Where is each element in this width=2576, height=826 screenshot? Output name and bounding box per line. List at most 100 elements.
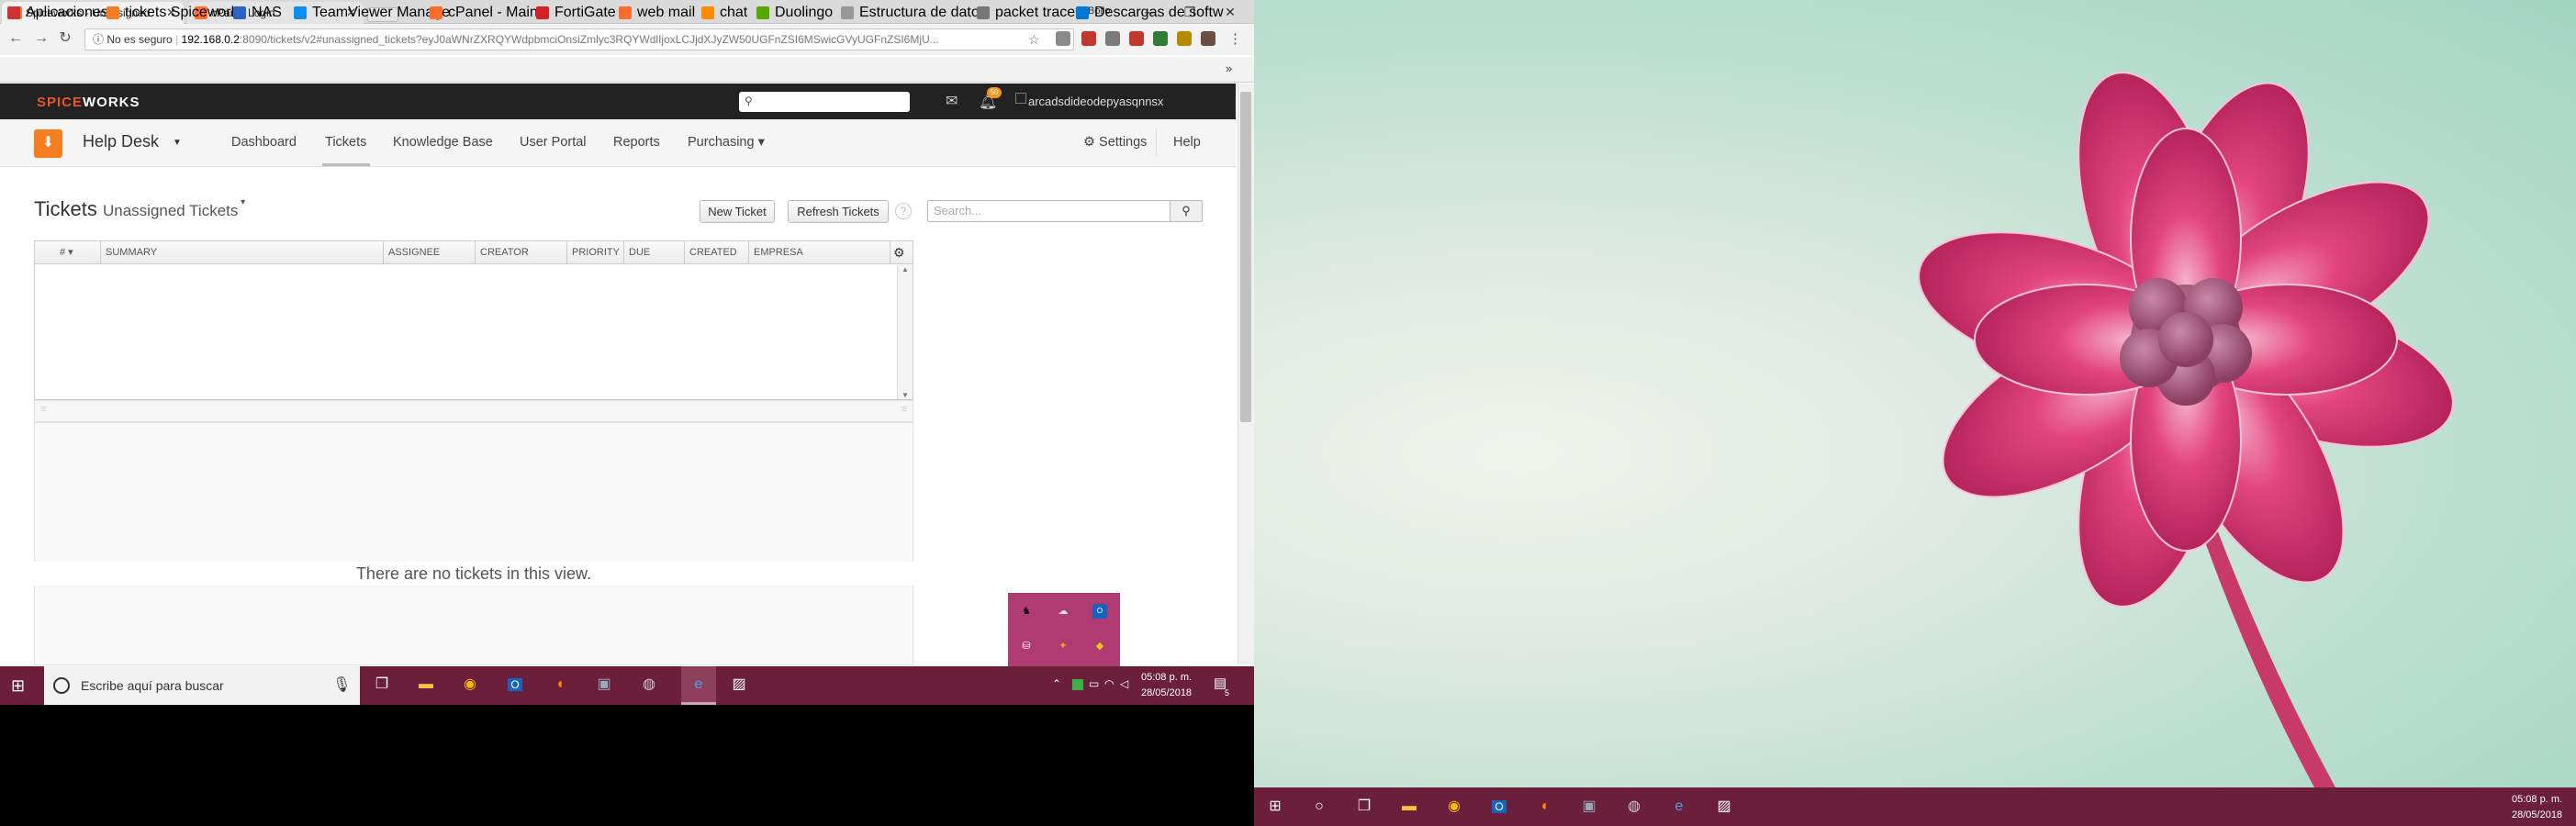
- bookmark-aplicaciones[interactable]: Aplicaciones: [7, 6, 108, 20]
- drag-handle-icon[interactable]: ≡: [902, 404, 907, 415]
- address-bar[interactable]: ⓘ No es seguro | 192.168.0.2:8090/ticket…: [84, 28, 1074, 50]
- task-view-icon[interactable]: ❐: [1352, 795, 1376, 819]
- more-bookmarks[interactable]: »: [1226, 61, 1232, 75]
- extension-icon[interactable]: [1081, 31, 1096, 46]
- scroll-down-icon[interactable]: ▼: [902, 391, 909, 399]
- taskbar-search-placeholder[interactable]: Escribe aquí para buscar: [81, 678, 224, 693]
- network-drive-icon[interactable]: ⛁: [1019, 639, 1034, 653]
- bookmark-item[interactable]: FortiGate: [536, 6, 616, 20]
- bookmark-item[interactable]: chat: [701, 6, 747, 20]
- tray-app-icon[interactable]: ♞: [1019, 604, 1034, 619]
- tool-icon[interactable]: ✦: [1056, 639, 1070, 653]
- gear-icon[interactable]: ⚙: [893, 245, 905, 261]
- extension-icon[interactable]: [1129, 31, 1144, 46]
- power-icon[interactable]: ▭: [1089, 677, 1099, 690]
- nav-knowledge-base[interactable]: Knowledge Base: [393, 135, 493, 150]
- extension-icon[interactable]: [1056, 31, 1070, 46]
- broken-avatar-icon[interactable]: [1015, 93, 1026, 104]
- windows-start-icon[interactable]: ⊞: [1263, 795, 1287, 819]
- nav-tickets[interactable]: Tickets: [325, 135, 366, 150]
- chrome-icon[interactable]: ◉: [1442, 795, 1466, 819]
- app-icon[interactable]: ◍: [637, 673, 661, 697]
- ticket-search-input[interactable]: Search...: [927, 200, 1170, 222]
- page-scroll-thumb[interactable]: [1240, 92, 1251, 422]
- extension-icon[interactable]: [1105, 31, 1120, 46]
- drag-handle-icon[interactable]: ≡: [40, 404, 46, 415]
- back-icon[interactable]: ←: [6, 28, 26, 49]
- secondary-taskbar-clock[interactable]: 05:08 p. m. 28/05/2018: [2512, 792, 2562, 823]
- nav-user-portal[interactable]: User Portal: [520, 135, 587, 150]
- bookmark-item[interactable]: web mail: [619, 6, 695, 20]
- windows-start-icon[interactable]: ⊞: [11, 676, 25, 696]
- network-app-icon[interactable]: ▣: [592, 673, 616, 697]
- bookmark-item[interactable]: Estructura de datos: [841, 6, 987, 20]
- tray-chevron-up-icon[interactable]: ⌃: [1052, 677, 1061, 690]
- view-selector[interactable]: Unassigned Tickets ▾: [103, 197, 245, 219]
- internet-explorer-icon[interactable]: e: [687, 673, 711, 697]
- task-view-icon[interactable]: ❐: [370, 673, 394, 697]
- app-icon[interactable]: ◖: [548, 673, 572, 697]
- nav-dashboard[interactable]: Dashboard: [231, 135, 297, 150]
- sticky-notes-icon[interactable]: ▨: [1712, 795, 1736, 819]
- microphone-icon[interactable]: 🎙︎: [332, 675, 351, 694]
- chevron-down-icon[interactable]: ▼: [173, 138, 182, 148]
- app-icon[interactable]: ◖: [1532, 795, 1556, 819]
- refresh-tickets-button[interactable]: Refresh Tickets: [788, 200, 889, 223]
- bookmark-item[interactable]: TeamViewer Manage: [294, 6, 450, 20]
- col-priority[interactable]: PRIORITY: [567, 240, 624, 264]
- mail-icon[interactable]: ✉: [946, 92, 958, 110]
- col-summary[interactable]: SUMMARY: [101, 240, 384, 264]
- bookmark-item[interactable]: Descargas de softw: [1076, 6, 1224, 20]
- col-number[interactable]: # ▾: [55, 240, 101, 264]
- bookmark-item[interactable]: packet tracert: [977, 6, 1084, 20]
- outlook-icon[interactable]: O: [1092, 604, 1107, 619]
- outlook-icon[interactable]: O: [503, 673, 527, 697]
- bookmark-item[interactable]: tickets Spiceworks: [106, 6, 246, 20]
- new-ticket-button[interactable]: New Ticket: [700, 200, 775, 223]
- extension-icon[interactable]: [1153, 31, 1168, 46]
- settings-link[interactable]: ⚙ Settings: [1083, 135, 1147, 150]
- pane-splitter[interactable]: ≡ ≡: [34, 400, 913, 422]
- app-icon[interactable]: ◍: [1622, 795, 1646, 819]
- nav-reports[interactable]: Reports: [613, 135, 660, 150]
- reload-icon[interactable]: ↻: [55, 28, 75, 49]
- chrome-icon[interactable]: ◉: [458, 673, 482, 697]
- col-creator[interactable]: CREATOR: [476, 240, 567, 264]
- file-explorer-icon[interactable]: ▬: [414, 673, 438, 697]
- wifi-icon[interactable]: ◠: [1104, 677, 1114, 690]
- sticky-notes-icon[interactable]: ▨: [727, 673, 751, 697]
- global-search-input[interactable]: ⚲: [739, 92, 910, 112]
- bookmark-item[interactable]: Duolingo: [756, 6, 833, 20]
- info-icon[interactable]: ⓘ: [93, 33, 106, 46]
- security-icon[interactable]: ◆: [1092, 639, 1107, 653]
- col-empresa[interactable]: EMPRESA: [749, 240, 890, 264]
- nav-purchasing[interactable]: Purchasing ▾: [688, 135, 765, 150]
- cortana-icon[interactable]: ○: [1307, 795, 1331, 819]
- col-created[interactable]: CREATED: [685, 240, 749, 264]
- menu-icon[interactable]: ⋮: [1228, 30, 1242, 47]
- user-menu[interactable]: arcadsdideodepyasqnnsx: [1028, 95, 1163, 108]
- help-icon[interactable]: ?: [895, 203, 912, 219]
- col-due[interactable]: DUE: [624, 240, 685, 264]
- help-link[interactable]: Help: [1173, 135, 1201, 150]
- spiceworks-logo[interactable]: SPICEWORKS: [37, 95, 140, 110]
- taskbar-clock[interactable]: 05:08 p. m. 28/05/2018: [1141, 670, 1192, 701]
- search-icon[interactable]: ⚲: [1170, 200, 1203, 222]
- app-title[interactable]: Help Desk: [83, 132, 159, 151]
- network-app-icon[interactable]: ▣: [1577, 795, 1601, 819]
- extension-icon[interactable]: [1177, 31, 1192, 46]
- grid-scrollbar[interactable]: ▲ ▼: [897, 265, 913, 399]
- bookmark-item[interactable]: NAS: [233, 6, 282, 20]
- file-explorer-icon[interactable]: ▬: [1397, 795, 1421, 819]
- extension-icon[interactable]: [1201, 31, 1215, 46]
- bookmark-item[interactable]: cPanel - Main: [430, 6, 538, 20]
- bookmark-star-icon[interactable]: ☆: [1028, 32, 1040, 48]
- tray-app-icon[interactable]: [1072, 679, 1083, 690]
- volume-icon[interactable]: ◁: [1120, 677, 1128, 690]
- col-assignee[interactable]: ASSIGNEE: [384, 240, 476, 264]
- internet-explorer-icon[interactable]: e: [1667, 795, 1691, 819]
- outlook-icon[interactable]: O: [1487, 795, 1511, 819]
- forward-icon[interactable]: →: [31, 28, 51, 49]
- cloud-icon[interactable]: ☁: [1056, 604, 1070, 619]
- scroll-up-icon[interactable]: ▲: [902, 265, 909, 273]
